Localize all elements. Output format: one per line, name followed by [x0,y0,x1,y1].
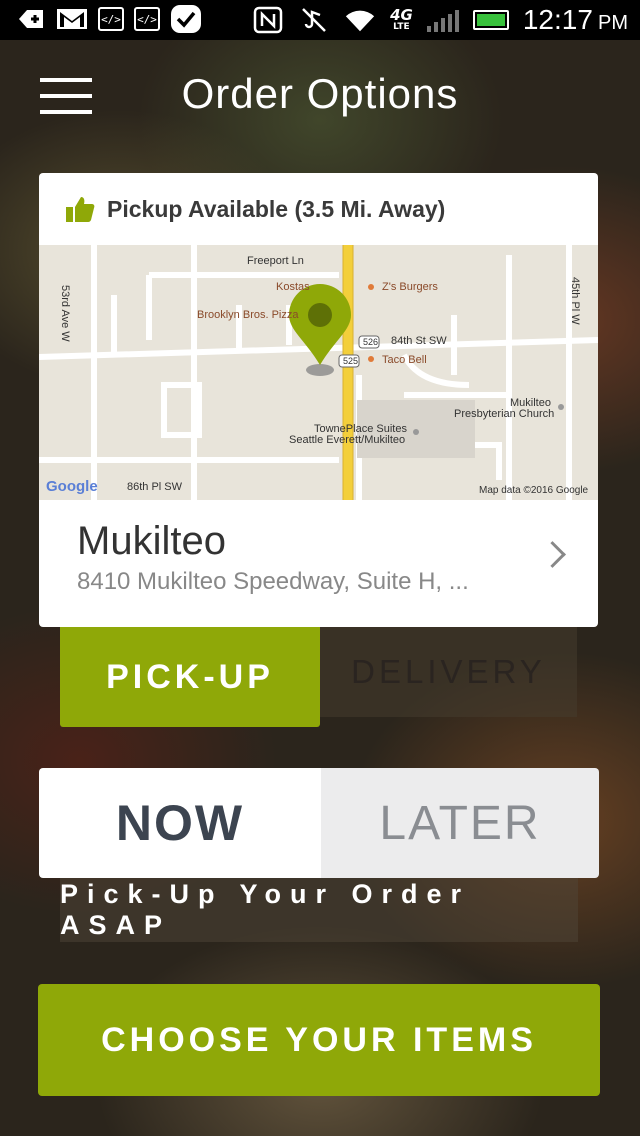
network-indicator: 4G LTE [390,8,413,32]
map-label-taco-bell: Taco Bell [382,354,427,366]
map-label-53rd: 53rd Ave W [59,285,71,342]
clock: 12:17 PM [523,4,628,36]
map-label-kostas: Kostas [276,281,310,293]
map-label-church-2: Presbyterian Church [454,408,555,420]
clock-ampm: PM [598,12,628,34]
network-type: 4G [390,6,413,24]
availability-banner: Pickup Available (3.5 Mi. Away) [39,173,598,245]
timing-toggle: NOW LATER [39,768,599,878]
nfc-icon [252,5,284,35]
notification-icons: </> </> [14,4,202,34]
gmail-icon [56,4,88,34]
map-graphic [39,245,598,500]
timing-message: Pick-Up Your Order ASAP [60,878,578,942]
status-bar: </> </> 4G LTE 12:17 PM [0,0,640,40]
map-label-45th: 45th Pl W [569,277,581,325]
location-name: Mukilteo [77,519,226,563]
location-map[interactable]: Freeport Ln Kostas Z's Burgers Brooklyn … [39,245,598,500]
plus-icon [14,4,46,34]
clock-time: 12:17 [522,4,593,35]
delivery-option[interactable]: DELIVERY [320,627,577,717]
signal-icon [426,8,459,32]
chevron-right-icon[interactable] [539,541,566,568]
system-icons: 4G LTE 12:17 PM [252,4,628,36]
map-label-towne-2: Seattle Everett/Mukilteo [289,434,406,446]
map-label-brooklyn: Brooklyn Bros. Pizza [197,309,299,321]
later-option[interactable]: LATER [321,768,599,878]
map-label-84th: 84th St SW [391,335,447,347]
map-shield-525: 525 [343,356,359,366]
availability-text: Pickup Available (3.5 Mi. Away) [107,195,446,222]
check-bubble-icon [170,4,202,34]
wifi-icon [344,5,376,35]
thumbs-up-icon [66,197,95,222]
pickup-option[interactable]: PICK-UP [60,627,320,727]
map-label-freeport: Freeport Ln [247,255,304,267]
map-shield-526: 526 [363,337,379,347]
map-attribution: Map data ©2016 Google [479,485,589,496]
code-icon: </> [134,7,160,31]
map-label-z-burgers: Z's Burgers [382,281,438,293]
page-title: Order Options [181,70,459,117]
location-card[interactable]: Pickup Available (3.5 Mi. Away) Freeport… [39,173,598,627]
order-type-toggle: PICK-UP DELIVERY [60,627,577,727]
now-option[interactable]: NOW [39,768,321,878]
code-icon: </> [98,7,124,31]
google-logo: Google [46,478,98,495]
location-address: 8410 Mukilteo Speedway, Suite H, ... [77,568,469,595]
mute-icon [298,5,330,35]
network-subtype: LTE [393,22,410,32]
battery-charging-icon [472,10,509,30]
map-label-86th: 86th Pl SW [127,481,183,493]
choose-items-button[interactable]: CHOOSE YOUR ITEMS [38,984,600,1096]
